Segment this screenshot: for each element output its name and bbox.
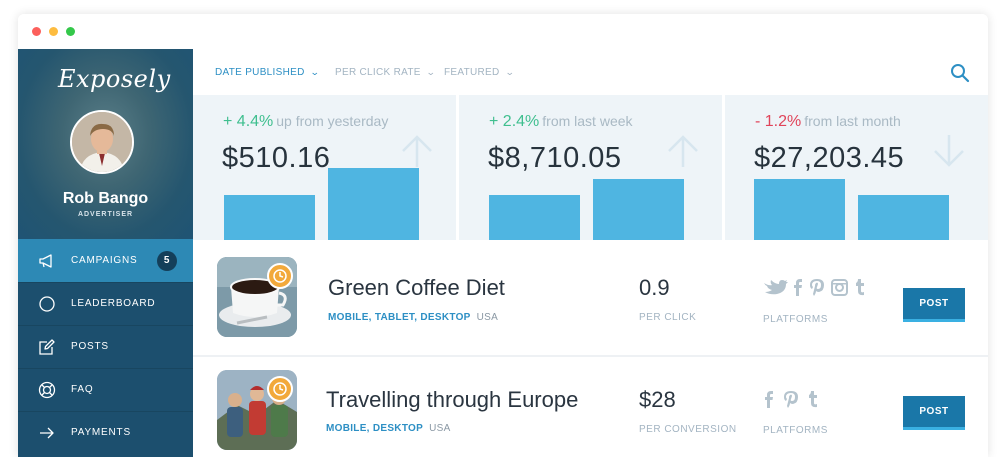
campaign-devices: MOBILE, DESKTOP [326, 423, 424, 434]
campaign-region: USA [429, 423, 451, 434]
stat-card: - 1.2% from last month $27,203.45 [725, 95, 988, 240]
stat-change: + 4.4% up from yesterday [223, 113, 388, 131]
profile-name: Rob Bango [62, 190, 149, 207]
clock-icon [267, 376, 293, 402]
lifebuoy-icon [38, 381, 56, 399]
stat-bar [328, 168, 419, 240]
campaign-tags: MOBILE, DESKTOP USA [326, 423, 451, 434]
campaign-rate: 0.9 [639, 275, 670, 300]
stat-change-period: from last month [804, 113, 901, 129]
stat-bar [858, 195, 949, 240]
sidebar-item-label: PAYMENTS [71, 427, 131, 438]
tumblr-icon [856, 279, 864, 296]
title-bar [18, 14, 988, 50]
filter-featured[interactable]: FEATURED ⌄ [444, 67, 515, 78]
filter-label: PER CLICK RATE [335, 67, 421, 78]
campaign-row[interactable]: Travelling through Europe MOBILE, DESKTO… [193, 357, 988, 457]
tumblr-icon [809, 391, 817, 408]
stat-change: - 1.2% from last month [755, 113, 901, 131]
filter-bar: DATE PUBLISHED ⌄ PER CLICK RATE ⌄ FEATURED… [193, 49, 988, 95]
sidebar-item-payments[interactable]: PAYMENTS [18, 411, 193, 454]
profile-panel: Exposely Rob Bango ADVERTISER [18, 49, 193, 239]
post-button[interactable]: POST [903, 288, 965, 322]
stat-amount: $27,203.45 [754, 142, 905, 174]
facebook-icon [794, 279, 802, 296]
twitter-icon [764, 280, 788, 295]
avatar-image [72, 112, 132, 172]
megaphone-icon [38, 252, 56, 270]
sidebar-item-label: FAQ [71, 384, 94, 395]
stat-change-value: + 4.4% [223, 113, 274, 130]
minimize-window-button[interactable] [49, 27, 58, 36]
pinterest-icon [810, 279, 824, 296]
pinterest-icon [784, 391, 798, 408]
platform-icons [763, 389, 833, 409]
app-logo[interactable]: Exposely [58, 65, 171, 93]
chevron-down-icon: ⌄ [425, 67, 436, 77]
trend-up-icon [399, 133, 435, 169]
stat-amount: $510.16 [222, 142, 331, 174]
filter-date-published[interactable]: DATE PUBLISHED ⌄ [215, 67, 320, 78]
sidebar-nav: CAMPAIGNS 5 LEADERBOARD POSTS FAQ PAYMEN… [18, 239, 193, 454]
sidebar-item-label: LEADERBOARD [71, 298, 156, 309]
campaigns-count-badge: 5 [157, 251, 177, 271]
sidebar-item-label: CAMPAIGNS [71, 255, 138, 266]
sidebar-item-faq[interactable]: FAQ [18, 368, 193, 411]
campaign-rate-label: PER CLICK [639, 312, 697, 323]
trend-down-icon [931, 133, 967, 169]
stat-change-period: from last week [542, 113, 633, 129]
filter-per-click-rate[interactable]: PER CLICK RATE ⌄ [335, 67, 435, 78]
campaign-rate-label: PER CONVERSION [639, 424, 737, 435]
campaign-region: USA [476, 312, 499, 323]
stat-card: + 2.4% from last week $8,710.05 [459, 95, 722, 240]
stats-row: + 4.4% up from yesterday $510.16 + 2.4% fr… [193, 95, 988, 240]
sidebar-item-posts[interactable]: POSTS [18, 325, 193, 368]
campaign-tags: MOBILE, TABLET, DESKTOP USA [328, 312, 498, 323]
arrow-right-icon [38, 424, 56, 442]
stat-bar [754, 179, 845, 240]
avatar[interactable] [70, 110, 134, 174]
edit-icon [38, 338, 56, 356]
instagram-icon [831, 279, 848, 296]
stat-card: + 4.4% up from yesterday $510.16 [193, 95, 456, 240]
circle-icon [38, 295, 56, 313]
platform-icons [763, 277, 873, 297]
filter-label: DATE PUBLISHED [215, 67, 305, 78]
stat-bar [593, 179, 684, 240]
profile-role: ADVERTISER [77, 211, 134, 218]
stat-bar [489, 195, 580, 240]
platforms-label: PLATFORMS [763, 314, 828, 325]
facebook-icon [765, 391, 773, 408]
campaign-devices: MOBILE, TABLET, DESKTOP [328, 312, 471, 323]
stat-change-value: + 2.4% [489, 113, 540, 130]
filter-label: FEATURED [444, 67, 500, 78]
sidebar-item-leaderboard[interactable]: LEADERBOARD [18, 282, 193, 325]
stat-change-period: up from yesterday [276, 113, 389, 129]
chevron-down-icon: ⌄ [504, 67, 515, 77]
main-content: DATE PUBLISHED ⌄ PER CLICK RATE ⌄ FEATURED… [193, 49, 988, 457]
stat-change: + 2.4% from last week [489, 113, 633, 131]
app-window: Exposely Rob Bango ADVERTISER CAMPAIGNS … [18, 14, 988, 457]
platforms-label: PLATFORMS [763, 425, 828, 436]
maximize-window-button[interactable] [66, 27, 75, 36]
campaign-title[interactable]: Travelling through Europe [326, 387, 578, 413]
campaign-row[interactable]: Green Coffee Diet MOBILE, TABLET, DESKTO… [193, 240, 988, 355]
campaign-title[interactable]: Green Coffee Diet [328, 275, 505, 301]
close-window-button[interactable] [32, 27, 41, 36]
post-button[interactable]: POST [903, 396, 965, 430]
clock-icon [267, 263, 293, 289]
stat-amount: $8,710.05 [488, 142, 622, 174]
trend-up-icon [665, 133, 701, 169]
sidebar-item-campaigns[interactable]: CAMPAIGNS 5 [18, 239, 193, 282]
sidebar-item-label: POSTS [71, 341, 109, 352]
search-icon[interactable] [950, 63, 970, 83]
chevron-down-icon: ⌄ [309, 67, 320, 77]
campaign-rate: $28 [639, 387, 676, 412]
stat-bar [224, 195, 315, 240]
stat-change-value: - 1.2% [755, 113, 802, 130]
sidebar: Exposely Rob Bango ADVERTISER CAMPAIGNS … [18, 49, 193, 457]
